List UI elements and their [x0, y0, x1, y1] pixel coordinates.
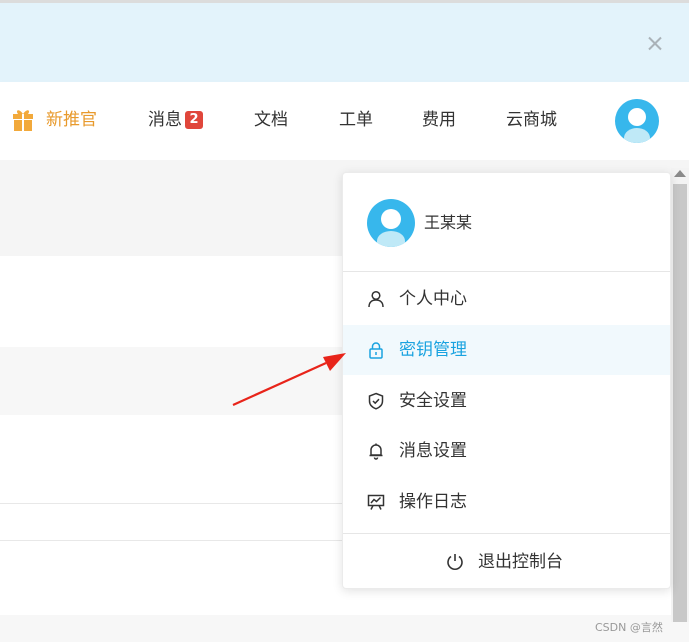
user-avatar-button[interactable] — [615, 99, 659, 143]
menu-item-security-settings[interactable]: 安全设置 — [343, 376, 670, 426]
nav-billing-link[interactable]: 费用 — [422, 108, 456, 132]
nav-docs-link[interactable]: 文档 — [254, 108, 288, 132]
menu-item-message-settings[interactable]: 消息设置 — [343, 426, 670, 476]
menu-item-label: 安全设置 — [399, 391, 467, 411]
notice-banner — [0, 3, 689, 82]
close-icon[interactable] — [645, 34, 665, 54]
menu-item-label: 密钥管理 — [399, 340, 467, 360]
watermark-text: CSDN @言然 — [595, 621, 663, 634]
menu-item-key-management[interactable]: 密钥管理 — [343, 325, 670, 375]
scroll-up-arrow-icon[interactable] — [674, 170, 686, 177]
lock-icon — [369, 342, 383, 359]
power-icon — [447, 554, 463, 570]
dropdown-user-avatar — [367, 199, 415, 247]
content-footer-band — [0, 615, 689, 642]
dropdown-divider — [343, 271, 670, 272]
menu-item-operation-log[interactable]: 操作日志 — [343, 477, 670, 527]
menu-item-profile[interactable]: 个人中心 — [343, 274, 670, 324]
user-icon — [368, 290, 384, 308]
nav-promo-link[interactable]: 新推官 — [46, 108, 97, 132]
top-navbar: 新推官 消息 2 文档 工单 费用 云商城 — [0, 82, 689, 160]
menu-item-label: 操作日志 — [399, 492, 467, 512]
menu-item-label: 个人中心 — [399, 289, 467, 309]
chart-presentation-icon — [367, 494, 385, 510]
dropdown-divider — [343, 533, 670, 534]
logout-button[interactable]: 退出控制台 — [343, 535, 670, 589]
nav-tickets-link[interactable]: 工单 — [339, 108, 373, 132]
shield-check-icon — [368, 392, 384, 410]
scrollbar-thumb[interactable] — [673, 184, 687, 622]
dropdown-user-name: 王某某 — [424, 213, 473, 232]
gift-icon[interactable] — [12, 108, 34, 132]
nav-store-link[interactable]: 云商城 — [506, 108, 557, 132]
nav-messages-link[interactable]: 消息 2 — [148, 108, 203, 132]
messages-count-badge: 2 — [185, 111, 203, 129]
bell-icon — [369, 443, 383, 460]
menu-item-label: 消息设置 — [399, 441, 467, 461]
logout-label: 退出控制台 — [478, 552, 563, 572]
user-dropdown-menu: 王某某 个人中心 密钥管理 安全设置 消息设置 操作日志 退出控制台 — [342, 172, 671, 589]
nav-messages-label: 消息 — [148, 110, 182, 130]
